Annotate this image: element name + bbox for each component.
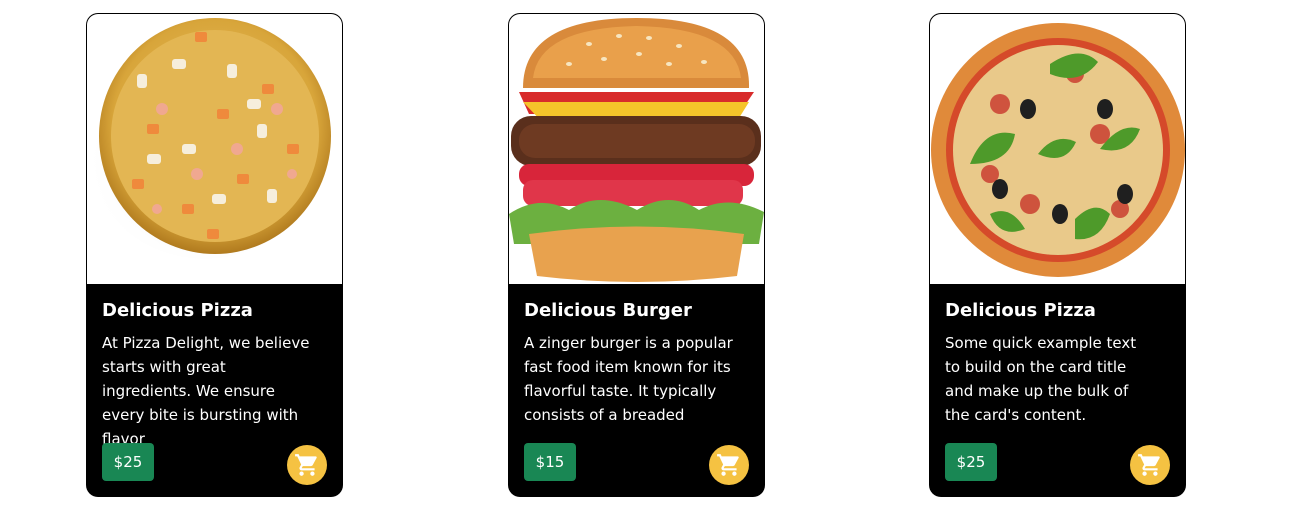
add-to-cart-button[interactable] — [287, 445, 327, 485]
card-text: A zinger burger is a popular fast food i… — [524, 334, 733, 424]
seafood-pizza-image — [87, 14, 342, 284]
add-to-cart-button[interactable] — [1130, 445, 1170, 485]
card-text: At Pizza Delight, we believe starts with… — [102, 334, 310, 448]
add-to-cart-button[interactable] — [709, 445, 749, 485]
card-title: Delicious Pizza — [945, 300, 1096, 321]
price-button[interactable]: $15 — [524, 443, 576, 481]
product-card: Delicious Pizza At Pizza Delight, we bel… — [86, 13, 343, 497]
cart-icon — [1138, 454, 1160, 476]
card-title: Delicious Pizza — [102, 300, 253, 321]
price-button[interactable]: $25 — [102, 443, 154, 481]
product-card: Delicious Pizza Some quick example text … — [929, 13, 1186, 497]
card-title: Delicious Burger — [524, 300, 692, 321]
card-text: Some quick example text to build on the … — [945, 334, 1137, 424]
burger-image — [509, 14, 764, 284]
margherita-pizza-image — [930, 14, 1185, 284]
cart-icon — [717, 454, 739, 476]
price-button[interactable]: $25 — [945, 443, 997, 481]
cart-icon — [295, 454, 317, 476]
product-card: Delicious Burger A zinger burger is a po… — [508, 13, 765, 497]
